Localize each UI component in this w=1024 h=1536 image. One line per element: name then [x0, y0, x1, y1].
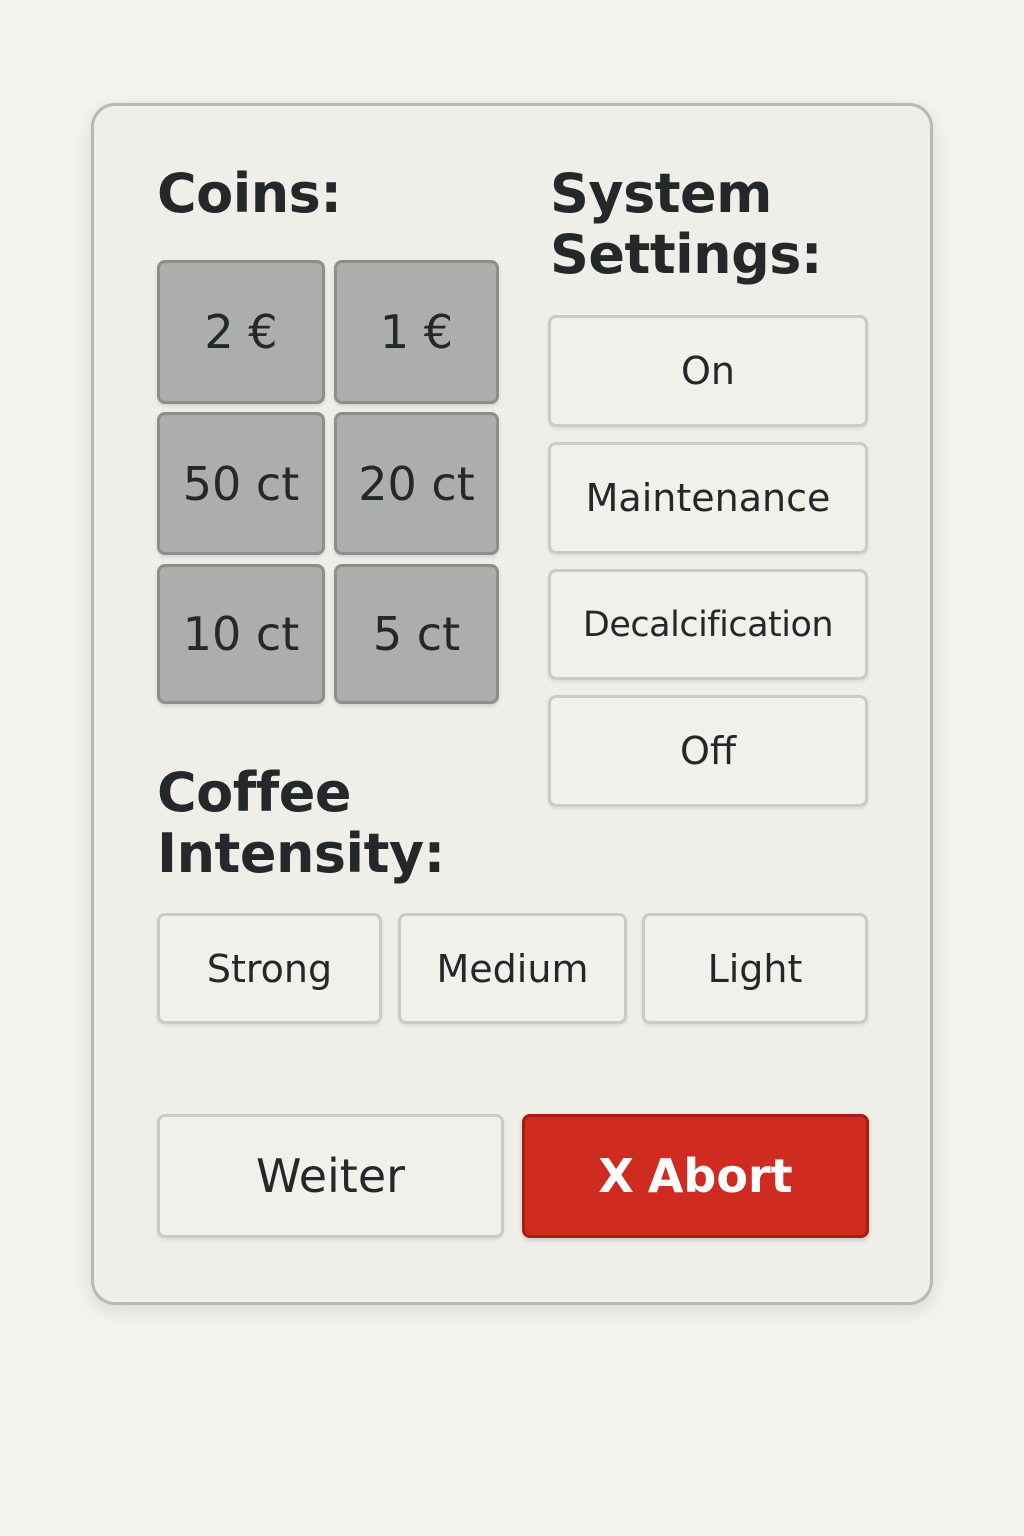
- system-option-label: Maintenance: [585, 476, 831, 520]
- weiter-label: Weiter: [255, 1149, 406, 1203]
- coin-label: 5 ct: [372, 607, 461, 661]
- system-settings-heading: System Settings:: [550, 162, 823, 286]
- weiter-button[interactable]: Weiter: [157, 1114, 504, 1238]
- coin-button-50-ct[interactable]: 50 ct: [157, 412, 325, 555]
- coin-button-5-ct[interactable]: 5 ct: [334, 564, 499, 704]
- coin-label: 50 ct: [182, 456, 300, 511]
- close-icon: X: [598, 1149, 634, 1203]
- coffee-intensity-heading-line2: Intensity:: [157, 822, 445, 885]
- system-settings-heading-line1: System: [550, 162, 772, 225]
- system-maintenance-button[interactable]: Maintenance: [548, 442, 868, 554]
- system-option-label: On: [681, 349, 735, 393]
- intensity-label: Strong: [206, 946, 333, 991]
- abort-label: Abort: [647, 1149, 793, 1203]
- coins-heading-text: Coins:: [157, 162, 342, 225]
- coin-button-2-euro[interactable]: 2 €: [157, 260, 325, 404]
- coin-button-20-ct[interactable]: 20 ct: [334, 412, 499, 555]
- intensity-strong-button[interactable]: Strong: [157, 913, 382, 1024]
- coin-button-10-ct[interactable]: 10 ct: [157, 564, 325, 704]
- coin-label: 10 ct: [182, 607, 300, 661]
- abort-button[interactable]: X Abort: [522, 1114, 869, 1238]
- system-off-button[interactable]: Off: [548, 695, 868, 807]
- system-on-button[interactable]: On: [548, 315, 868, 427]
- intensity-label: Medium: [436, 946, 589, 991]
- coffee-intensity-heading-line1: Coffee: [157, 761, 351, 824]
- coins-heading: Coins:: [157, 162, 342, 225]
- intensity-medium-button[interactable]: Medium: [398, 913, 627, 1024]
- system-settings-heading-line2: Settings:: [550, 223, 823, 286]
- coin-label: 1 €: [379, 305, 454, 359]
- system-option-label: Decalcification: [582, 604, 834, 645]
- coin-label: 20 ct: [358, 456, 475, 511]
- coffee-intensity-heading: Coffee Intensity:: [157, 762, 445, 884]
- intensity-label: Light: [707, 946, 803, 991]
- coin-label: 2 €: [204, 305, 278, 359]
- system-decalcification-button[interactable]: Decalcification: [548, 569, 868, 680]
- intensity-light-button[interactable]: Light: [642, 913, 868, 1024]
- coin-button-1-euro[interactable]: 1 €: [334, 260, 499, 404]
- system-option-label: Off: [679, 729, 737, 773]
